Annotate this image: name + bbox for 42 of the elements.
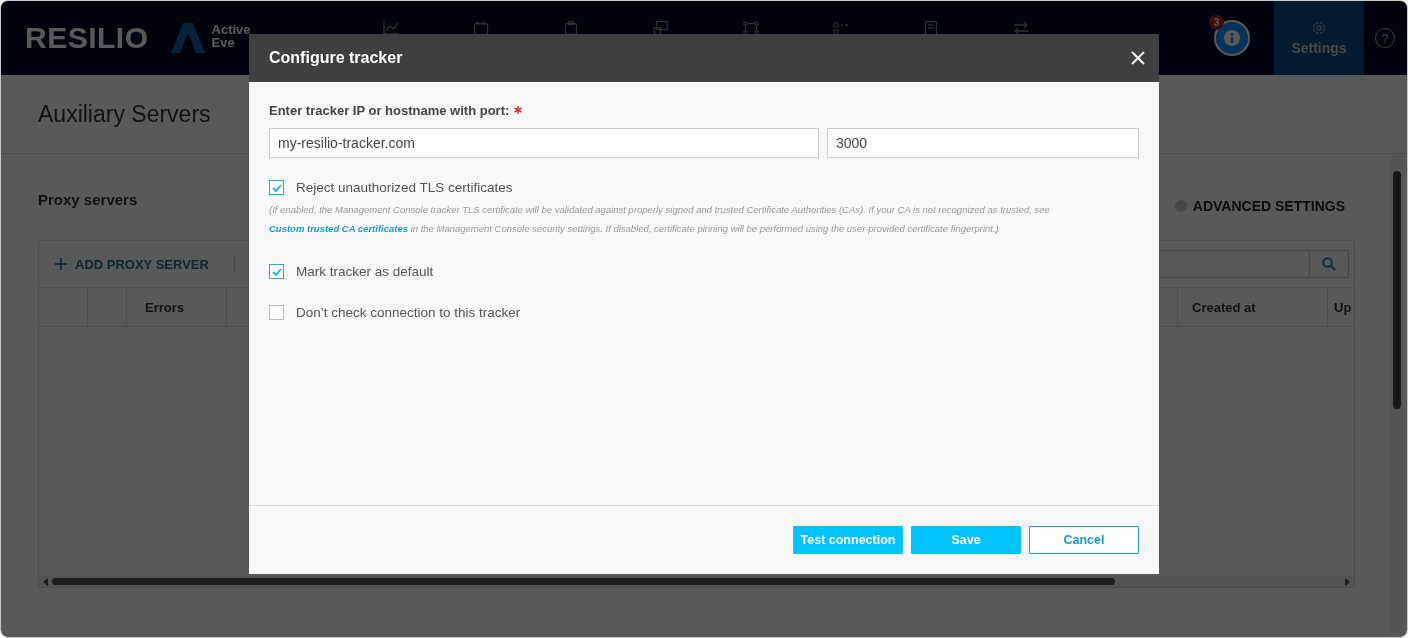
dialog-button[interactable]: Save [911,526,1021,554]
vertical-scrollbar[interactable] [1391,155,1403,633]
checkbox-label[interactable]: Reject unauthorized TLS certificates [296,180,513,195]
close-icon[interactable] [1131,51,1145,65]
ca-certificates-link[interactable]: Custom trusted CA certificates [269,223,408,234]
checkbox[interactable] [269,180,284,195]
dialog-button[interactable]: Cancel [1029,526,1139,554]
settings-tab[interactable]: Settings [1274,1,1364,75]
hostname-field[interactable]: my-resilio-tracker.com [269,128,819,158]
list-icon[interactable] [832,21,849,35]
search-icon [1322,257,1336,271]
add-proxy-server-button[interactable]: ADD PROXY SERVER [55,256,209,272]
document-icon[interactable] [922,21,939,35]
section-title: Proxy servers [38,190,138,208]
column-header[interactable]: Created at [1192,299,1256,315]
info-icon[interactable] [1214,20,1250,56]
checkbox-label[interactable]: Don’t check connection to this tracker [296,305,521,320]
nodes-icon[interactable] [742,21,759,35]
chart-icon[interactable] [382,21,399,35]
gear-icon [1311,20,1327,36]
brand-text: Active [211,23,251,36]
checkbox[interactable] [269,305,284,320]
page-title: Auxiliary Servers [38,100,211,128]
brand-logo-icon [168,23,207,53]
advanced-settings-link[interactable]: ADVANCED SETTINGS [1192,198,1345,214]
plus-icon [55,258,67,270]
dialog-button[interactable]: Test connection [793,526,903,554]
column-header[interactable]: Up [1334,299,1352,315]
logo-text: RESILIO [25,21,149,55]
help-note: (If enabled, the Management Console tracker TLS certificate will be validated against properly signed and trusted Certificate Authorities (CAs). If your CA is not recognized as trusted, see Custom trusted CA certificates in the Management Console security settings. If disabled, certificate pinning will be performed using the user-provided certificate fingerprint.) [269,203,1051,236]
port-field[interactable]: 3000 [827,128,1139,158]
arrows-icon[interactable] [1012,21,1029,35]
checkbox[interactable] [269,264,284,279]
field-label: Enter tracker IP or hostname with port: [269,103,510,118]
dialog-title: Configure tracker [269,49,403,67]
checkbox-label[interactable]: Mark tracker as default [296,264,434,279]
search-button[interactable] [1309,250,1349,278]
devices-icon[interactable] [652,21,669,35]
notification-badge: 3 [1209,15,1224,30]
brand-text: Eve [211,36,236,49]
column-header[interactable]: Errors [145,299,185,315]
calendar-icon[interactable] [472,21,489,35]
